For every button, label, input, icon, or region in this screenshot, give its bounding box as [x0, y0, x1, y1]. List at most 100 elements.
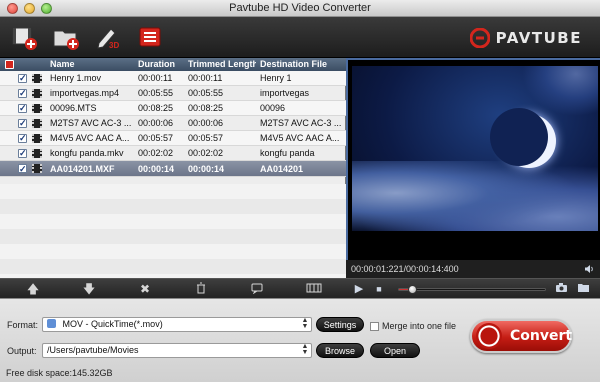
- file-destination: importvegas: [260, 88, 310, 98]
- file-destination: AA014201: [260, 164, 304, 174]
- column-header-trimmed-length[interactable]: Trimmed Length: [188, 58, 256, 71]
- film-icon: [32, 134, 42, 143]
- preview-frame: [352, 66, 598, 231]
- file-duration: 00:05:55: [138, 88, 174, 98]
- move-down-icon[interactable]: 🡇: [82, 282, 96, 296]
- row-checkbox[interactable]: [18, 161, 27, 177]
- select-arrows-icon: ▲ ▼: [301, 343, 309, 356]
- row-checkbox[interactable]: [18, 101, 27, 116]
- file-destination: M2TS7 AVC AC-3 ...: [260, 118, 342, 128]
- file-name: kongfu panda.mkv: [50, 148, 124, 158]
- film-icon: [32, 149, 42, 158]
- file-list-header: Name Duration Trimmed Length Destination…: [0, 58, 346, 71]
- move-up-icon[interactable]: 🡅: [26, 282, 40, 296]
- open-folder-icon[interactable]: [576, 282, 590, 296]
- file-trimmed-length: 00:00:11: [188, 73, 223, 83]
- minimize-window-button[interactable]: [24, 3, 35, 14]
- row-checkbox[interactable]: [18, 71, 27, 86]
- table-row[interactable]: importvegas.mp4 00:05:55 00:05:55 import…: [0, 86, 346, 101]
- close-window-button[interactable]: [7, 3, 18, 14]
- trash-icon[interactable]: [194, 282, 208, 296]
- column-header-name[interactable]: Name: [50, 58, 134, 71]
- file-trimmed-length: 00:00:06: [188, 118, 224, 128]
- file-destination: Henry 1: [260, 73, 292, 83]
- format-label: Format:: [7, 320, 39, 330]
- table-row-selected[interactable]: AA014201.MXF 00:00:14 00:00:14 AA014201: [0, 161, 346, 177]
- remove-icon[interactable]: ✖: [138, 282, 152, 296]
- app-window: Pavtube HD Video Converter 3D PAVTUBE Na…: [0, 0, 600, 382]
- column-header-duration[interactable]: Duration: [138, 58, 184, 71]
- seek-handle[interactable]: [408, 285, 418, 294]
- browse-button[interactable]: Browse: [316, 343, 364, 358]
- add-video-icon: [12, 27, 37, 50]
- main-toolbar: 3D PAVTUBE: [0, 17, 600, 58]
- file-list-empty-area[interactable]: [0, 184, 346, 278]
- task-list-button[interactable]: [136, 23, 164, 51]
- table-row[interactable]: M4V5 AVC AAC A... 00:05:57 00:05:57 M4V5…: [0, 131, 346, 146]
- split-icon[interactable]: [306, 282, 322, 296]
- volume-icon[interactable]: [584, 264, 594, 274]
- file-duration: 00:08:25: [138, 103, 174, 113]
- add-video-button[interactable]: [10, 23, 38, 51]
- table-row[interactable]: kongfu panda.mkv 00:02:02 00:02:02 kongf…: [0, 146, 346, 161]
- edit-button[interactable]: 3D: [94, 23, 122, 51]
- logo-text: PAVTUBE: [495, 29, 582, 47]
- table-row[interactable]: M2TS7 AVC AC-3 ... 00:00:06 00:00:06 M2T…: [0, 116, 346, 131]
- file-duration: 00:05:57: [138, 133, 174, 143]
- table-row[interactable]: 00096.MTS 00:08:25 00:08:25 00096: [0, 101, 346, 116]
- subtitle-icon[interactable]: [250, 282, 264, 296]
- snapshot-icon[interactable]: [554, 282, 568, 296]
- select-all-checkbox[interactable]: [5, 60, 14, 69]
- file-duration: 00:00:14: [138, 164, 175, 174]
- file-destination: 00096: [260, 103, 286, 113]
- file-list: Name Duration Trimmed Length Destination…: [0, 58, 346, 278]
- file-destination: M4V5 AVC AAC A...: [260, 133, 340, 143]
- output-path-field[interactable]: /Users/pavtube/Movies ▲ ▼: [42, 343, 312, 358]
- row-checkbox[interactable]: [18, 131, 27, 146]
- convert-label: Convert: [510, 328, 573, 344]
- file-name: AA014201.MXF: [50, 164, 115, 174]
- film-icon: [32, 164, 42, 173]
- merge-option[interactable]: Merge into one file: [370, 321, 456, 331]
- file-trimmed-length: 00:08:25: [188, 103, 224, 113]
- play-icon[interactable]: ▶: [352, 282, 366, 296]
- row-checkbox[interactable]: [18, 146, 27, 161]
- time-readout: 00:00:01:221/00:00:14:400: [351, 264, 459, 274]
- add-folder-button[interactable]: [52, 23, 80, 51]
- stop-icon[interactable]: ■: [372, 282, 386, 296]
- merge-checkbox[interactable]: [370, 321, 379, 331]
- film-icon: [32, 74, 42, 83]
- file-duration: 00:02:02: [138, 148, 174, 158]
- list-toolbar: 🡅 🡇 ✖: [0, 278, 346, 298]
- file-destination: kongfu panda: [260, 148, 315, 158]
- window-title: Pavtube HD Video Converter: [229, 2, 371, 14]
- settings-button[interactable]: Settings: [316, 317, 364, 332]
- merge-label: Merge into one file: [382, 321, 457, 331]
- file-name: M4V5 AVC AAC A...: [50, 133, 130, 143]
- select-arrows-icon: ▲ ▼: [301, 317, 309, 330]
- seek-slider[interactable]: [398, 285, 546, 294]
- convert-button[interactable]: Convert: [470, 319, 572, 353]
- moon-shadow-graphic: [490, 108, 548, 166]
- film-icon: [32, 119, 42, 128]
- format-select[interactable]: MOV - QuickTime(*.mov) ▲ ▼: [42, 317, 312, 332]
- column-header-destination-file[interactable]: Destination File: [260, 58, 344, 71]
- video-preview[interactable]: [346, 58, 600, 260]
- table-row[interactable]: Henry 1.mov 00:00:11 00:00:11 Henry 1: [0, 71, 346, 86]
- film-icon: [32, 89, 42, 98]
- row-checkbox[interactable]: [18, 86, 27, 101]
- row-checkbox[interactable]: [18, 116, 27, 131]
- mov-format-icon: [47, 319, 56, 328]
- title-bar: Pavtube HD Video Converter: [0, 0, 600, 17]
- file-trimmed-length: 00:05:57: [188, 133, 224, 143]
- file-duration: 00:00:11: [138, 73, 173, 83]
- open-button[interactable]: Open: [370, 343, 420, 358]
- cloud-graphic: [522, 66, 598, 116]
- zoom-window-button[interactable]: [41, 3, 52, 14]
- cloud-graphic: [352, 161, 598, 231]
- file-name: Henry 1.mov: [50, 73, 102, 83]
- task-list-icon: [139, 27, 161, 47]
- file-rows: Henry 1.mov 00:00:11 00:00:11 Henry 1 im…: [0, 71, 346, 177]
- file-trimmed-length: 00:00:14: [188, 164, 225, 174]
- format-value: MOV - QuickTime(*.mov): [62, 319, 163, 329]
